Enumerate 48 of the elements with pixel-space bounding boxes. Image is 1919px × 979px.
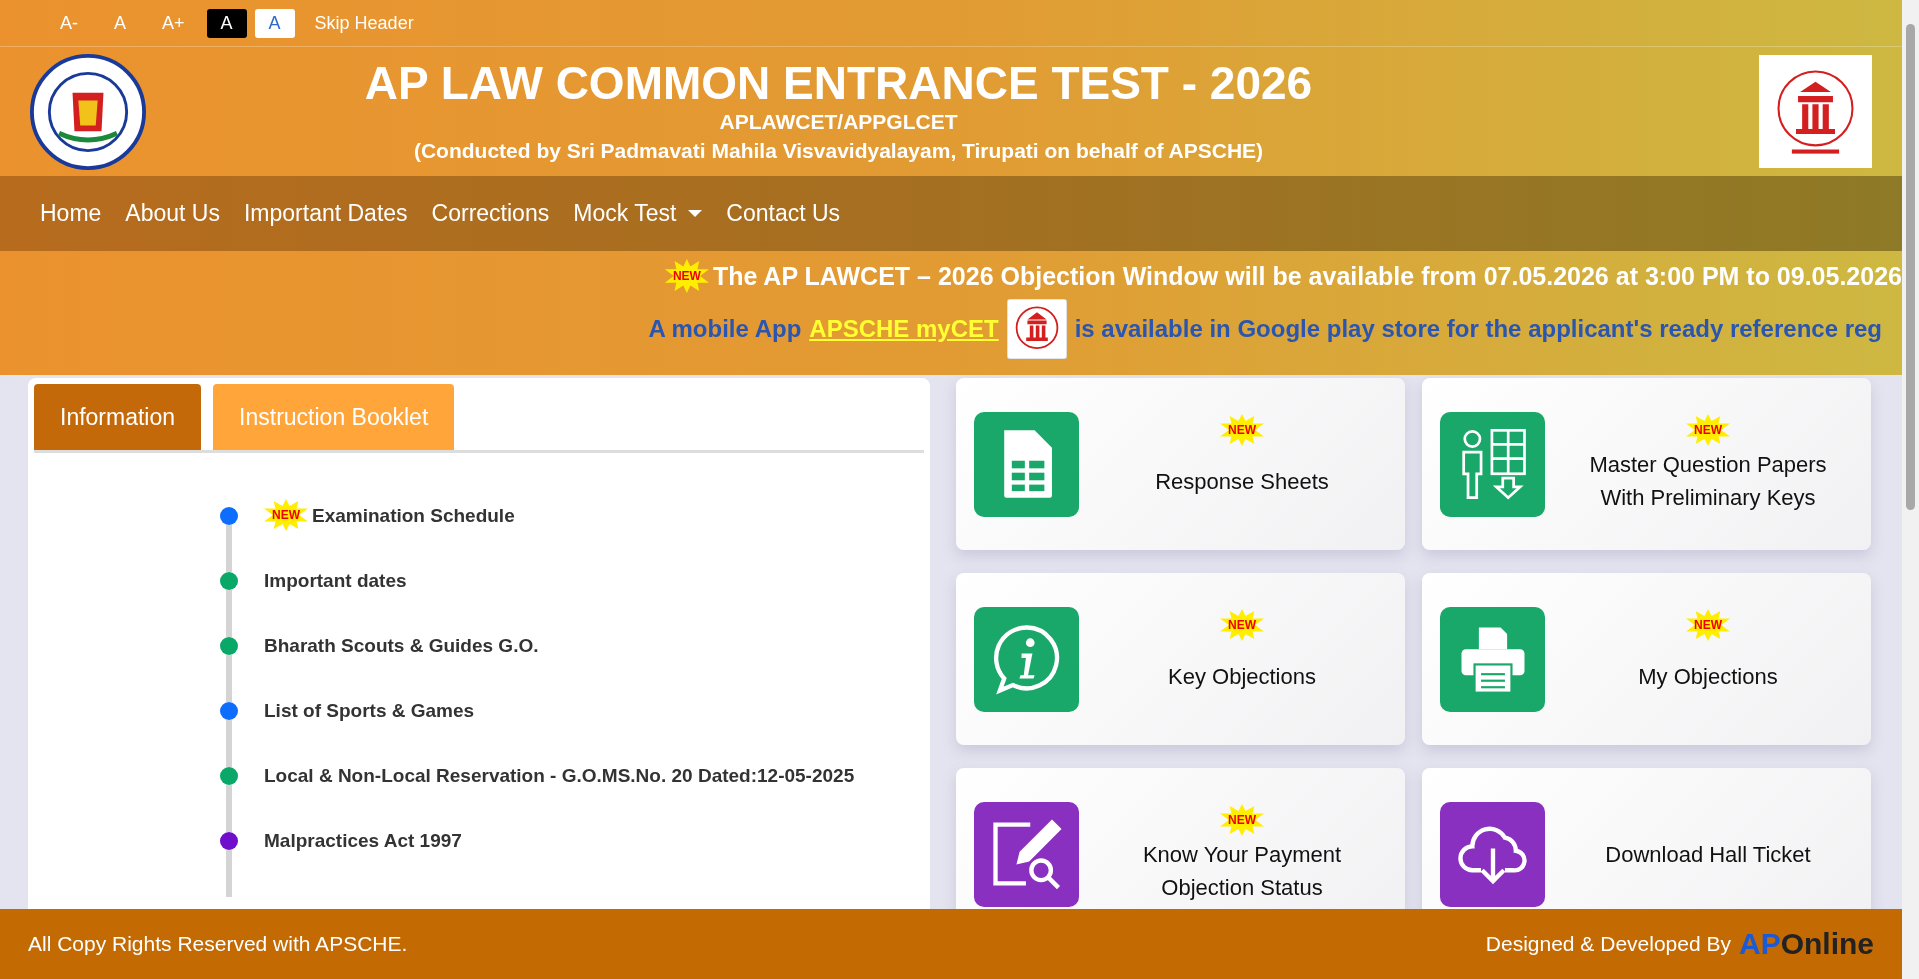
council-emblem-icon [1759,55,1872,168]
new-badge: NEW [1686,414,1730,446]
service-card[interactable]: NEW Response Sheets [956,378,1405,550]
announcement-text: The AP LAWCET – 2026 Objection Window will be available from 07.05.2026 at 3:00 PM to 09.05.2026 [712,261,1902,291]
font-size-button[interactable]: A [206,8,247,38]
card-title: Key Objections [1168,662,1316,691]
developer-logo: APOnline [1738,927,1874,961]
tab[interactable]: Information [34,384,202,450]
card-title: Download Hall Ticket [1605,840,1811,869]
timeline-link[interactable]: Important dates [264,566,407,596]
new-badge: NEW [1686,609,1730,641]
new-badge: NEW [1220,804,1264,836]
timeline-link[interactable]: Bharath Scouts & Guides G.O. [264,631,539,661]
scrollbar[interactable] [1902,0,1919,979]
timeline-link[interactable]: List of Sports & Games [264,696,475,726]
nav-link[interactable]: Contact Us [726,200,841,227]
new-badge: NEW [664,259,709,293]
service-card[interactable]: NEW Know Your Payment Objection Status [956,768,1405,909]
timeline-link[interactable]: Local & Non-Local Reservation - G.O.MS.No. 20 Dated:12-05-2025 [264,761,855,791]
service-card[interactable]: NEW Key Objections [956,573,1405,745]
new-badge: NEW [264,499,308,531]
card-title: Response Sheets [1155,467,1329,496]
nav-link[interactable]: Important Dates [243,200,408,227]
designed-by-text: Designed & Developed By [1485,932,1731,956]
service-card[interactable]: Download Hall Ticket [1422,768,1871,909]
copyright-text: All Copy Rights Reserved with APSCHE. [28,932,408,956]
nav-link[interactable]: Mock Test [573,200,703,227]
scrollbar-thumb[interactable] [1906,24,1915,510]
nav-link[interactable]: About Us [125,200,220,227]
card-title: Know Your Payment Objection Status [1141,841,1343,902]
card-title: Master Question Papers With Preliminary Keys [1588,451,1828,512]
service-card[interactable]: NEW Master Question Papers With Preliminary Keys [1422,378,1871,550]
timeline-link[interactable]: Malpractices Act 1997 [264,826,462,856]
font-size-button[interactable]: A [254,8,295,38]
app-logo-icon [1006,299,1067,359]
timeline-link[interactable]: Examination Schedule [312,501,515,531]
conducted-by-text: (Conducted by Sri Padmavati Mahila Visvavidyalayam, Tirupati on behalf of APSCHE) [412,137,1265,164]
subtitle: APLAWCET/APPGLCET [718,109,959,136]
nav-link[interactable]: Corrections [431,200,550,227]
new-badge: NEW [1220,414,1264,446]
nav-link[interactable]: Home [40,200,102,227]
card-title: My Objections [1638,662,1778,691]
app-notice-text: is available in Google play store for the applicant's ready reference reg [1074,315,1882,343]
service-card[interactable]: NEW My Objections [1422,573,1871,745]
university-seal-icon [28,53,148,170]
app-notice-text: A mobile App [648,315,802,343]
page-title: AP LAW COMMON ENTRANCE TEST - 2026 [363,57,1314,109]
new-badge: NEW [1220,609,1264,641]
